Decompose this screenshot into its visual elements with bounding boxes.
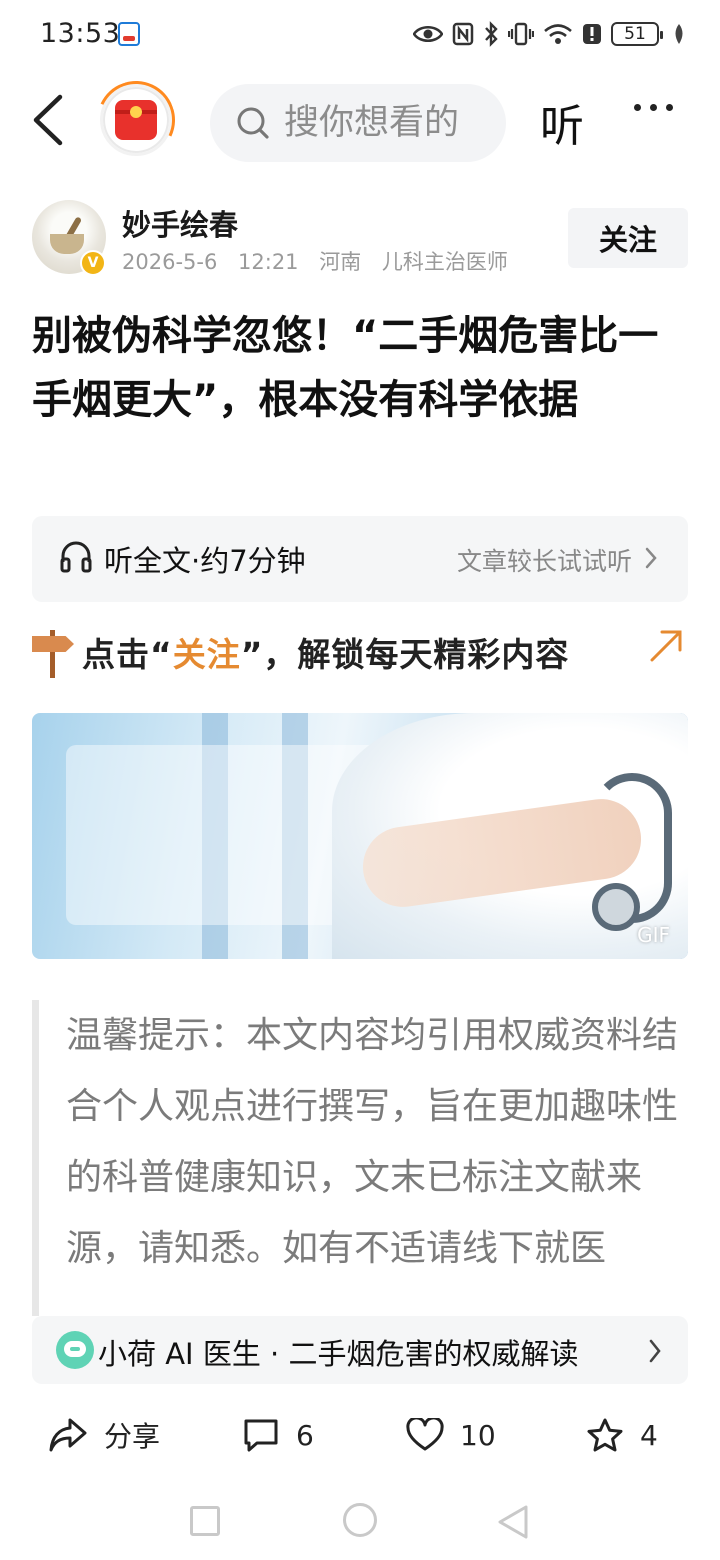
comment-button[interactable]: 6 — [242, 1412, 314, 1458]
favorite-button[interactable]: 4 — [586, 1412, 658, 1458]
gif-badge: GIF — [637, 923, 670, 947]
status-icons: 51 — [413, 18, 686, 50]
like-button[interactable]: 10 — [406, 1412, 496, 1458]
system-nav-bar — [0, 1490, 720, 1560]
arrow-up-right-icon — [650, 630, 682, 662]
like-count: 10 — [460, 1418, 496, 1452]
banner-highlight: 关注 — [172, 635, 241, 674]
share-icon — [49, 1418, 87, 1452]
hero-stethoscope-chestpiece — [592, 883, 640, 931]
wifi-icon — [544, 24, 572, 44]
author-title: 儿科主治医师 — [381, 250, 508, 274]
listen-hint: 文章较长试试听 — [456, 547, 632, 576]
more-dot-icon — [666, 104, 673, 111]
chevron-right-icon — [645, 547, 657, 569]
ai-doctor-icon — [56, 1331, 94, 1369]
more-dot-icon — [650, 104, 657, 111]
chevron-left-icon — [33, 94, 63, 146]
action-bar: 分享 6 10 4 — [0, 1400, 720, 1470]
nfc-icon — [452, 22, 474, 46]
alert-icon — [583, 24, 601, 44]
home-button[interactable] — [343, 1503, 377, 1537]
favorite-count: 4 — [640, 1418, 658, 1452]
battery-level: 51 — [624, 24, 646, 44]
comment-count: 6 — [296, 1418, 314, 1452]
heart-icon — [406, 1418, 444, 1451]
listen-full-text-label: 听全文·约7分钟 — [104, 544, 306, 578]
eye-icon — [413, 26, 443, 42]
banner-prefix: 点击“ — [82, 635, 173, 674]
signpost-board — [32, 636, 74, 652]
headphones-icon — [60, 541, 92, 573]
verified-badge-icon: V — [80, 250, 106, 276]
back-triangle-button[interactable] — [496, 1504, 530, 1540]
author-name[interactable]: 妙手绘春 — [122, 202, 238, 244]
comment-icon — [244, 1419, 278, 1452]
top-nav: 听 — [0, 70, 720, 170]
search-icon — [237, 107, 269, 139]
follow-button[interactable]: 关注 — [568, 208, 688, 268]
follow-banner-text: 点击“关注”，解锁每天精彩内容 — [82, 628, 569, 676]
back-button[interactable] — [30, 92, 74, 148]
chevron-right-icon — [649, 1339, 661, 1363]
tip-text: 温馨提示：本文内容均引用权威资料结合个人观点进行撰写，旨在更加趣味性的科普健康知… — [66, 1015, 679, 1269]
battery-icon: 51 — [611, 22, 663, 46]
author-meta: 2026-5-6 12:21 河南 儿科主治医师 — [122, 246, 522, 276]
more-options-button[interactable] — [634, 104, 673, 111]
share-button[interactable]: 分享 — [48, 1412, 160, 1458]
red-envelope-icon — [115, 100, 157, 140]
listen-button[interactable]: 听 — [540, 90, 584, 154]
article-hero-image[interactable]: GIF — [32, 713, 688, 959]
listen-full-text-bar[interactable]: 听全文·约7分钟 文章较长试试听 — [32, 516, 688, 602]
vibrate-icon — [508, 22, 534, 46]
recent-apps-button[interactable] — [190, 1506, 220, 1536]
publish-date: 2026-5-6 — [122, 250, 218, 274]
publish-time: 12:21 — [238, 250, 299, 274]
status-bar: 13:53 51 — [0, 0, 720, 70]
author-row: V 妙手绘春 2026-5-6 12:21 河南 儿科主治医师 关注 — [32, 200, 688, 280]
more-dot-icon — [634, 104, 641, 111]
status-time: 13:53 — [40, 18, 121, 49]
search-box[interactable] — [210, 84, 506, 162]
star-icon — [587, 1418, 623, 1452]
search-input[interactable] — [284, 103, 494, 143]
tip-quote: 温馨提示：本文内容均引用权威资料结合个人观点进行撰写，旨在更加趣味性的科普健康知… — [32, 1000, 688, 1316]
share-label: 分享 — [104, 1420, 161, 1453]
article-title: 别被伪科学忽悠！“二手烟危害比一手烟更大”，根本没有科学依据 — [32, 313, 659, 423]
leaf-icon — [675, 24, 683, 44]
avatar-mortar-shape — [50, 234, 84, 254]
author-location: 河南 — [319, 250, 362, 274]
ai-doctor-bar[interactable]: 小荷 AI 医生 · 二手烟危害的权威解读 — [32, 1316, 688, 1384]
signpost-icon — [32, 622, 76, 680]
bluetooth-icon — [485, 21, 498, 47]
banner-suffix: ”，解锁每天精彩内容 — [240, 635, 570, 674]
ai-doctor-text: 小荷 AI 医生 · 二手烟危害的权威解读 — [98, 1337, 579, 1371]
app-notification-icon — [118, 22, 140, 46]
follow-banner[interactable]: 点击“关注”，解锁每天精彩内容 — [32, 620, 688, 682]
